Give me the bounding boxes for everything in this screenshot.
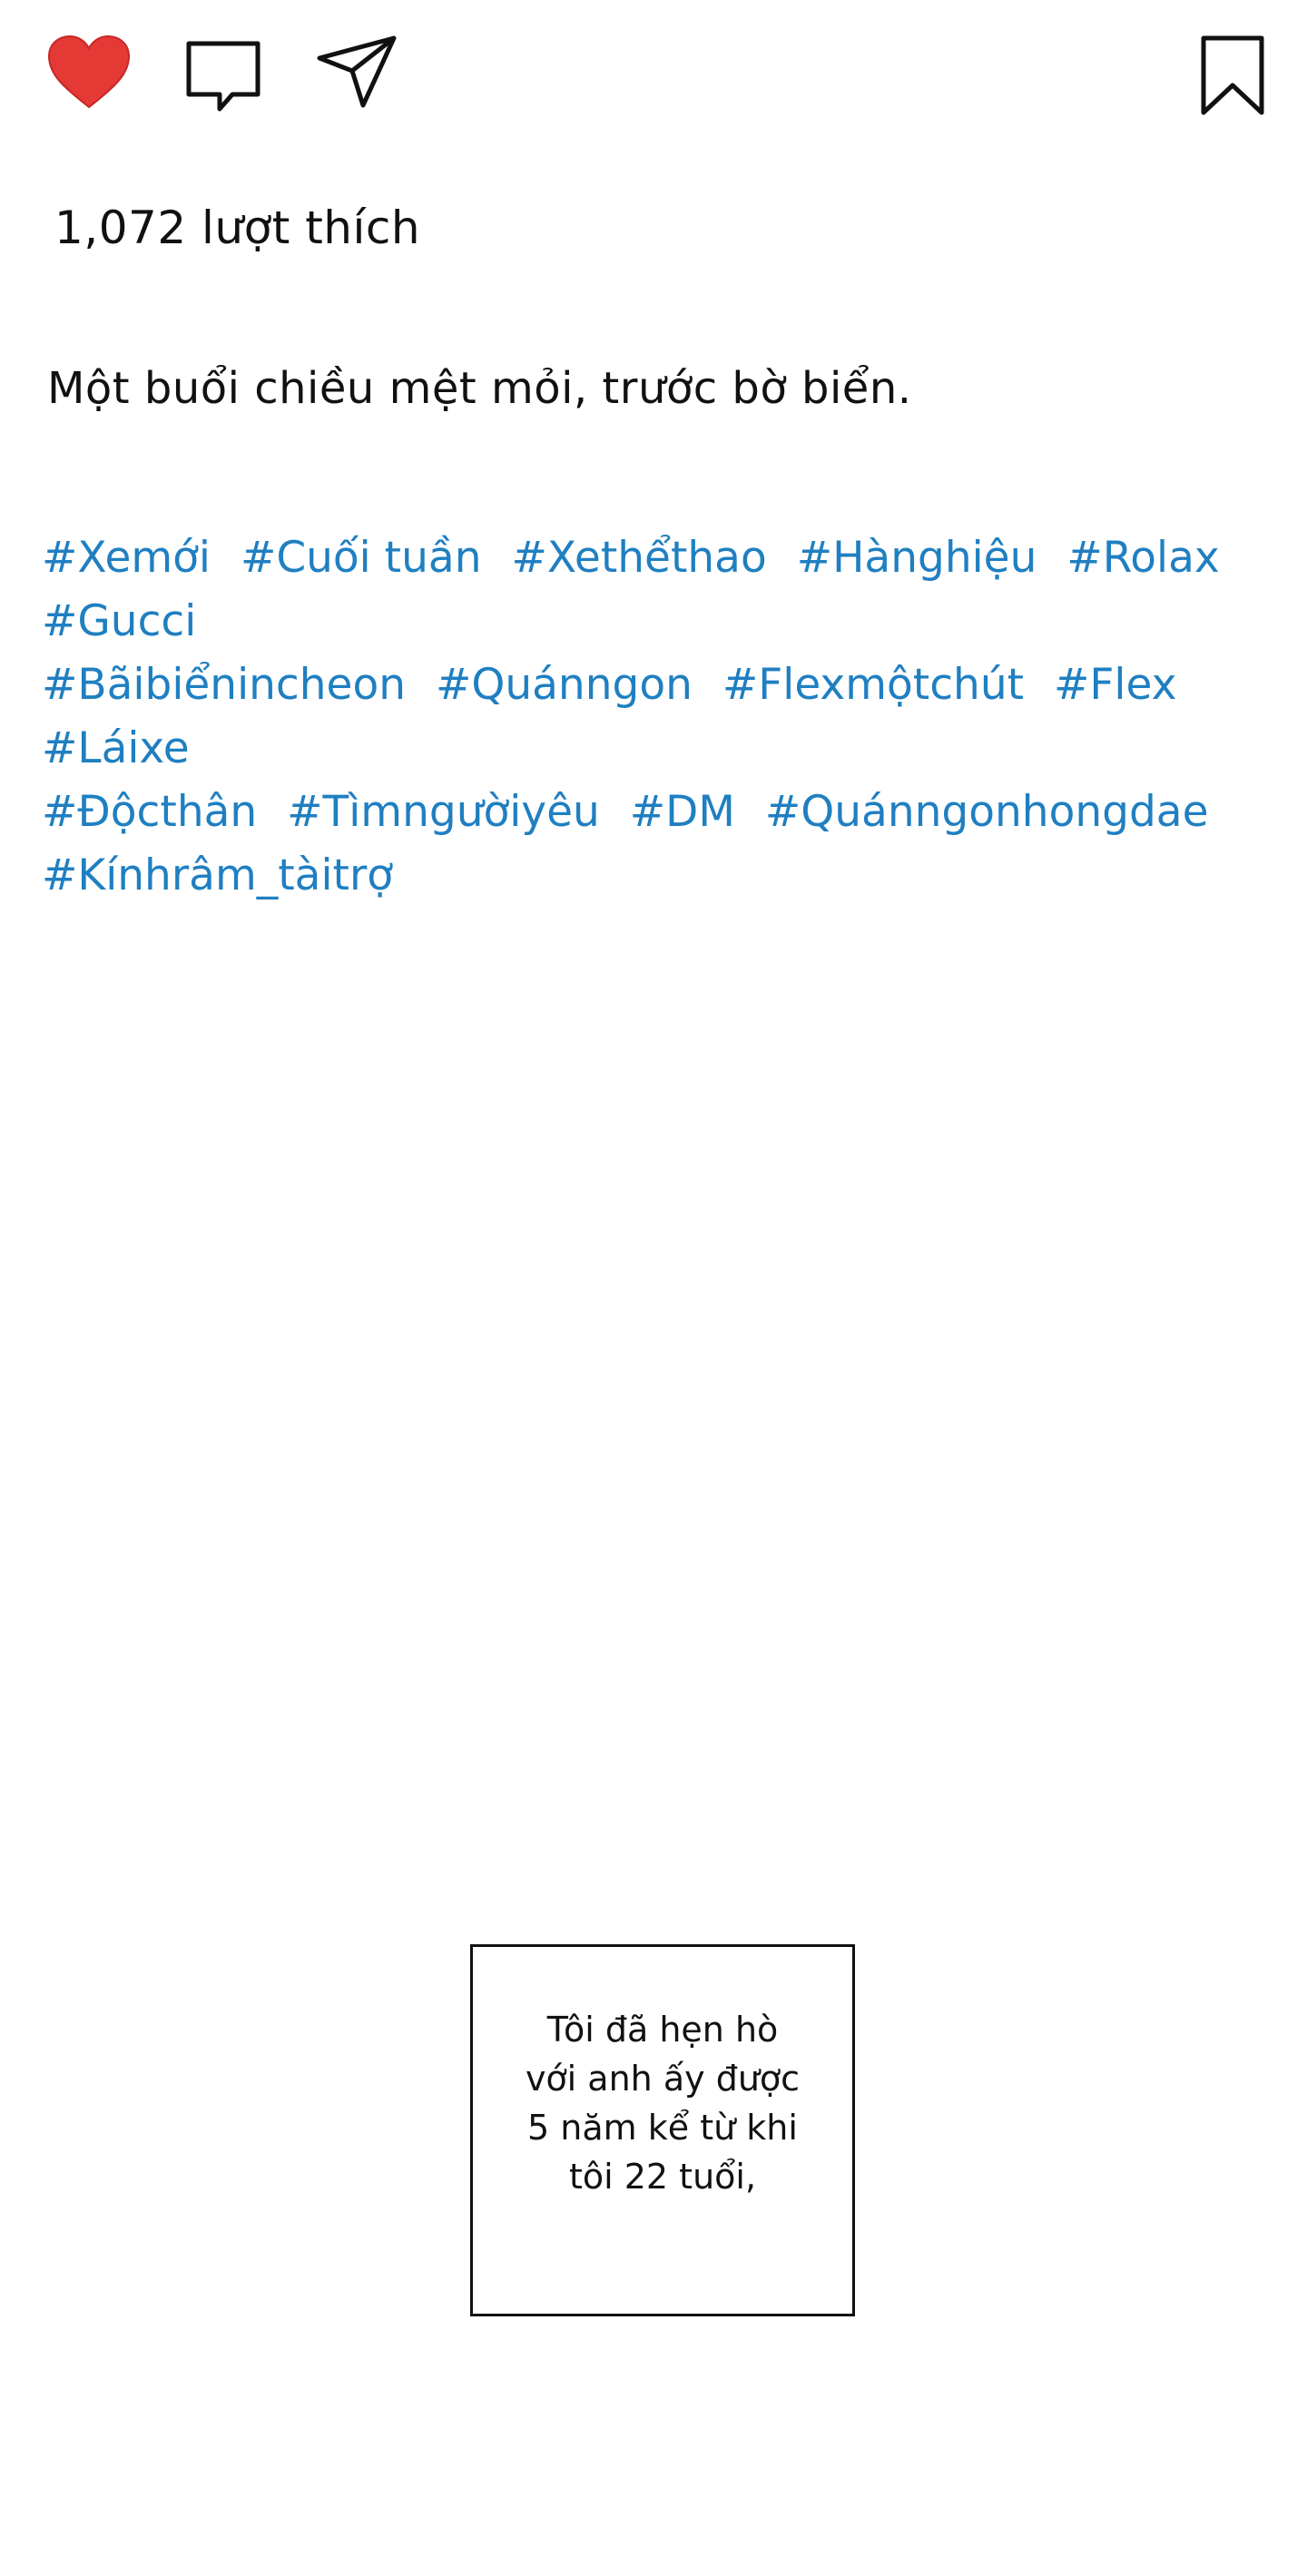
hashtag-link[interactable]: #Cuối tuần [241,533,482,583]
heart-shape [47,34,131,109]
hashtag-link[interactable]: #Gucci [42,596,196,646]
hashtag-link[interactable]: #Quánngon [436,660,693,710]
narration-line: Tôi đã hẹn hò [546,2010,779,2050]
post-action-bar [0,27,1307,118]
heart-icon[interactable] [45,34,133,111]
hashtag-link[interactable]: #Flexmộtchút [722,660,1024,710]
bookmark-icon[interactable] [1200,34,1265,116]
narration-line: với anh ấy được [525,2059,801,2099]
hashtag-link[interactable]: #Kínhrâm_tàitrợ [42,850,393,900]
narration-line: 5 năm kể từ khi [527,2108,798,2148]
send-icon[interactable] [316,34,398,111]
narration-box: Tôi đã hẹn hò với anh ấy được 5 năm kể t… [470,1944,855,2316]
hashtag-link[interactable]: #Quánngonhongdae [765,787,1209,837]
hashtag-link[interactable]: #Flex [1054,660,1176,710]
hashtag-link[interactable]: #DM [630,787,735,837]
hashtag-link[interactable]: #Độcthân [42,787,257,837]
hashtag-link[interactable]: #Xemới [42,533,211,583]
hashtag-list: #Xemới #Cuối tuần #Xethểthao #Hànghiệu #… [42,526,1258,908]
narration-line: tôi 22 tuổi, [568,2157,757,2197]
like-count[interactable]: 1,072 lượt thích [54,202,420,254]
hashtag-link[interactable]: #Xethểthao [511,533,766,583]
hashtag-link[interactable]: #Láixe [42,723,190,773]
hashtag-link[interactable]: #Hànghiệu [797,533,1037,583]
hashtag-link[interactable]: #Bãibiểnincheon [42,660,406,710]
comment-icon[interactable] [185,38,261,114]
post-caption: Một buổi chiều mệt mỏi, trước bờ biển. [47,363,912,414]
hashtag-link[interactable]: #Tìmngườiyêu [287,787,600,837]
hashtag-link[interactable]: #Rolax [1066,533,1219,583]
